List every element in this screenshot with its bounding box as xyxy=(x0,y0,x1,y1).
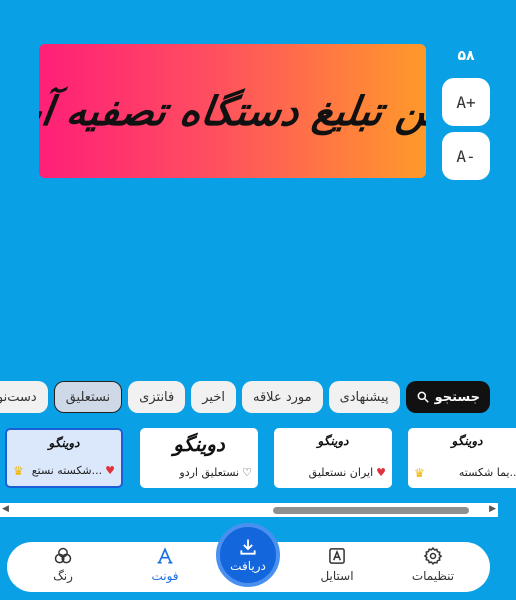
nav-label: استایل xyxy=(320,569,354,583)
scroll-left-arrow-icon[interactable]: ◀ xyxy=(2,504,9,514)
download-icon xyxy=(240,539,256,555)
font-preview: دوینگو xyxy=(48,436,80,450)
chip-favorites[interactable]: مورد علاقه xyxy=(242,381,323,413)
chip-fantasy[interactable]: فانتزی xyxy=(128,381,186,413)
heart-filled-icon[interactable]: ♥ xyxy=(376,466,386,479)
download-label: دریافت xyxy=(230,559,266,573)
chip-label: جستجو xyxy=(434,389,480,405)
crown-icon: ♛ xyxy=(414,466,425,480)
category-chips: جستجو پیشنهادی مورد علاقه اخیر فانتزی نس… xyxy=(0,381,516,413)
nav-settings[interactable]: تنظیمات xyxy=(403,546,463,583)
font-card[interactable]: دوینگو ...یما شکسته ♛ xyxy=(408,428,516,488)
download-button[interactable]: دریافت xyxy=(216,523,280,587)
chip-suggested[interactable]: پیشنهادی xyxy=(328,381,400,413)
font-name: ♥ ...شکسته نستع xyxy=(31,464,115,477)
font-list-scrollbar[interactable]: ◀ ▶ xyxy=(0,503,498,517)
search-icon xyxy=(417,391,429,403)
heart-outline-icon[interactable]: ♡ xyxy=(242,466,252,479)
style-icon xyxy=(329,548,345,564)
font-list: دوینگو ...یما شکسته ♛ دوینگو ♥ ایران نست… xyxy=(0,428,516,490)
text-preview-banner: متن تبلیغ دستگاه تصفیه آب xyxy=(39,44,426,178)
font-name: ...یما شکسته xyxy=(458,466,516,479)
nav-style[interactable]: استایل xyxy=(307,546,367,583)
crown-icon: ♛ xyxy=(13,464,24,478)
font-preview: دوینگو xyxy=(317,434,349,448)
font-size-value: ۵۸ xyxy=(457,48,475,64)
scroll-right-arrow-icon[interactable]: ▶ xyxy=(489,504,496,514)
nav-label: رنگ xyxy=(53,569,73,583)
font-card[interactable]: دوینگو ♥ ایران نستعلیق xyxy=(274,428,392,488)
font-preview: دوینگو xyxy=(451,434,483,448)
nav-label: فونت xyxy=(151,569,179,583)
gear-icon xyxy=(423,546,443,566)
preview-text: متن تبلیغ دستگاه تصفیه آب xyxy=(39,87,426,135)
font-name: ♡ نستعلیق اردو xyxy=(179,466,252,479)
font-card-selected[interactable]: دوینگو ♥ ...شکسته نستع ♛ xyxy=(5,428,123,488)
palette-circles-icon xyxy=(54,547,72,564)
font-preview: دوینگو xyxy=(173,432,225,456)
nav-font[interactable]: فونت xyxy=(135,546,195,583)
scroll-thumb[interactable] xyxy=(273,507,469,514)
chip-handwritten[interactable]: دست‌نویس xyxy=(0,381,48,413)
font-icon xyxy=(157,547,173,564)
nav-color[interactable]: رنگ xyxy=(33,546,93,583)
chip-nastaliq[interactable]: نستعلیق xyxy=(53,381,123,413)
font-name: ♥ ایران نستعلیق xyxy=(308,466,386,479)
chip-search[interactable]: جستجو xyxy=(405,381,490,413)
increase-size-button[interactable]: A+ xyxy=(442,78,490,126)
font-card[interactable]: دوینگو ♡ نستعلیق اردو xyxy=(140,428,258,488)
heart-filled-icon[interactable]: ♥ xyxy=(105,464,115,477)
chip-recent[interactable]: اخیر xyxy=(191,381,236,413)
nav-label: تنظیمات xyxy=(411,569,455,583)
decrease-size-button[interactable]: A- xyxy=(442,132,490,180)
